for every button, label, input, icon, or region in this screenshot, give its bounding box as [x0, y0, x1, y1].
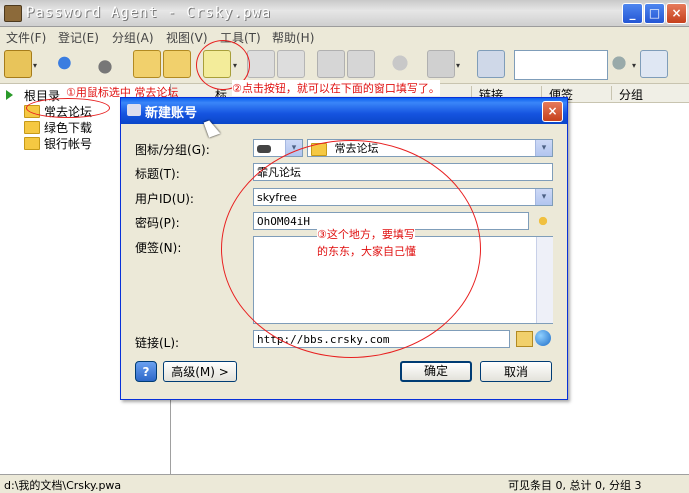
edit-account-icon[interactable]	[247, 50, 275, 78]
annotation-step3-line1: ③这个地方，要填写	[317, 226, 415, 242]
tree-item-bank[interactable]: 银行帐号	[24, 135, 92, 151]
menu-help[interactable]: 帮助(H)	[272, 29, 314, 46]
filter-dropdown-icon[interactable]: ▾	[632, 61, 636, 70]
maximize-button[interactable]: □	[644, 3, 665, 24]
close-button[interactable]: ×	[666, 3, 687, 24]
ok-button[interactable]: 确定	[400, 361, 472, 382]
generate-password-icon[interactable]	[535, 213, 551, 229]
folder-icon	[24, 136, 40, 150]
column-group[interactable]: 分组	[619, 86, 643, 103]
browse-folder-icon[interactable]	[516, 331, 533, 347]
search-input[interactable]	[514, 50, 608, 80]
copy-password-icon[interactable]	[347, 50, 375, 78]
key-icon	[257, 145, 271, 153]
window-title: Password Agent - Crsky.pwa	[26, 5, 272, 21]
menu-file[interactable]: 文件(F)	[6, 29, 46, 46]
password-label: 密码(P):	[135, 216, 180, 230]
advanced-button[interactable]: 高级(M) >	[163, 361, 237, 382]
tree-item-downloads[interactable]: 绿色下载	[24, 119, 92, 135]
key-icon	[127, 104, 141, 116]
globe-icon[interactable]	[535, 330, 551, 346]
copy-account-icon[interactable]	[277, 50, 305, 78]
filter-icon[interactable]	[606, 50, 632, 76]
toolbar: ▾ ▾ ▾ ▾	[0, 46, 689, 84]
minimize-button[interactable]: _	[622, 3, 643, 24]
annotation-step2: ②点击按钮，就可以在下面的窗口填写了。	[232, 80, 440, 96]
dialog-close-button[interactable]: ×	[542, 101, 563, 122]
tree-item-label: 银行帐号	[44, 136, 93, 151]
undo-icon[interactable]	[54, 50, 80, 76]
new-folder-icon[interactable]	[133, 50, 161, 78]
menu-register[interactable]: 登记(E)	[58, 29, 99, 46]
status-counts: 可见条目 0, 总计 0, 分组 3	[508, 479, 642, 492]
link-label: 链接(L):	[135, 336, 180, 350]
delete-folder-icon[interactable]	[163, 50, 191, 78]
note-scrollbar[interactable]	[536, 237, 553, 323]
tree-item-label: 绿色下载	[44, 120, 93, 135]
lock-icon[interactable]	[92, 50, 118, 76]
open-link-icon[interactable]	[387, 50, 413, 76]
chevron-down-icon[interactable]: ▾	[535, 140, 552, 156]
copy-id-icon[interactable]	[317, 50, 345, 78]
open-dropdown-icon[interactable]: ▾	[33, 61, 37, 70]
icon-group-label: 图标/分组(G):	[135, 143, 210, 157]
annotation-step3-line2: 的东东，大家自己懂	[317, 245, 416, 258]
folder-icon	[24, 120, 40, 134]
app-icon	[4, 5, 22, 22]
menu-group[interactable]: 分组(A)	[112, 29, 154, 46]
agent-icon[interactable]	[477, 50, 505, 78]
check-filter-icon[interactable]	[640, 50, 668, 78]
dialog-title-bar: 新建账号 ×	[121, 98, 567, 124]
expand-icon[interactable]	[6, 90, 13, 100]
dialog-title: 新建账号	[145, 106, 198, 121]
userid-label: 用户ID(U):	[135, 192, 194, 206]
menu-bar: 文件(F) 登记(E) 分组(A) 视图(V) 工具(T) 帮助(H)	[0, 27, 689, 45]
new-account-dialog: 新建账号 × 图标/分组(G): ▾ 常去论坛 ▾ 标题(T): 霏凡论坛 用户…	[120, 97, 568, 400]
title-label: 标题(T):	[135, 167, 180, 181]
open-book-icon[interactable]	[4, 50, 32, 78]
highlight-ellipse	[26, 98, 110, 118]
chevron-down-icon[interactable]: ▾	[535, 189, 552, 205]
window-title-bar: Password Agent - Crsky.pwa _ □ ×	[0, 0, 689, 27]
note-label: 便签(N):	[135, 241, 182, 255]
menu-view[interactable]: 视图(V)	[166, 29, 208, 46]
settings-dropdown-icon[interactable]: ▾	[456, 61, 460, 70]
status-path: d:\我的文档\Crsky.pwa	[4, 479, 122, 492]
column-divider	[611, 86, 612, 100]
help-button[interactable]: ?	[135, 361, 157, 382]
cancel-button[interactable]: 取消	[480, 361, 552, 382]
settings-icon[interactable]	[427, 50, 455, 78]
status-bar: d:\我的文档\Crsky.pwa 可见条目 0, 总计 0, 分组 3	[0, 474, 689, 493]
